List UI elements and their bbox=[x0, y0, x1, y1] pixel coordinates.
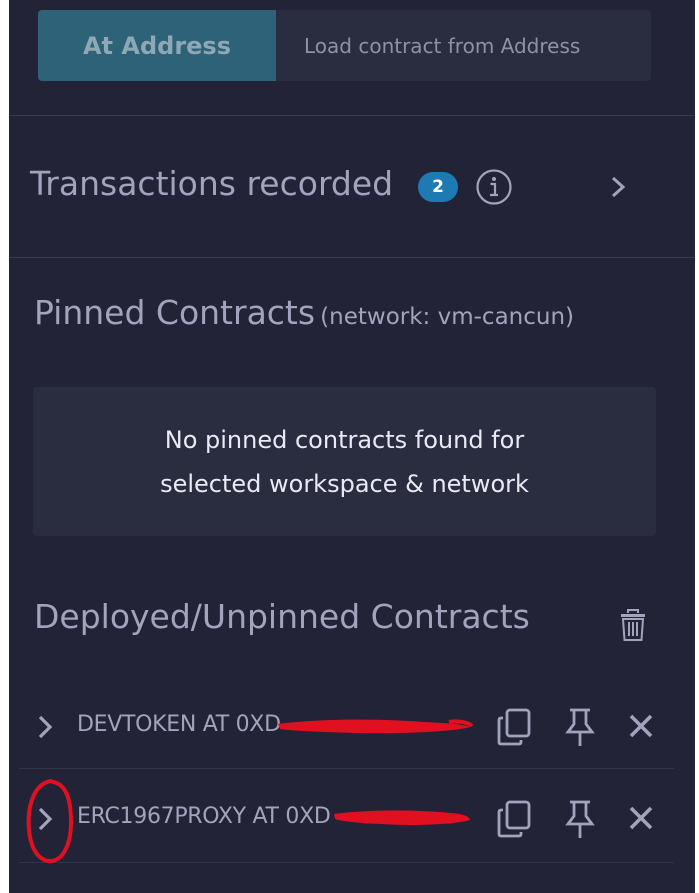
chevron-right-icon[interactable] bbox=[33, 802, 57, 836]
deploy-run-panel: At Address Transactions recorded 2 Pinne… bbox=[9, 0, 695, 893]
redaction-mark bbox=[334, 810, 470, 825]
chevron-right-icon[interactable] bbox=[603, 172, 633, 202]
deployed-contract-item: DEVTOKEN AT 0XD bbox=[19, 684, 674, 768]
chevron-right-icon[interactable] bbox=[33, 710, 57, 744]
transactions-count-badge: 2 bbox=[418, 172, 458, 202]
pinned-network-label: (network: vm-cancun) bbox=[320, 304, 575, 330]
divider bbox=[19, 768, 674, 769]
pinned-contracts-heading: Pinned Contracts (network: vm-cancun) bbox=[34, 293, 574, 332]
trash-icon[interactable] bbox=[619, 608, 647, 642]
deployed-contracts-title: Deployed/Unpinned Contracts bbox=[34, 597, 530, 636]
window-edge-right bbox=[695, 0, 699, 893]
window-edge-left bbox=[0, 0, 9, 893]
copy-icon[interactable] bbox=[494, 798, 534, 840]
pinned-contracts-empty-box: No pinned contracts found for selected w… bbox=[33, 387, 656, 536]
deployed-contract-item: ERC1967PROXY AT 0XD bbox=[19, 776, 674, 860]
contract-address-input[interactable] bbox=[276, 10, 651, 81]
pin-icon[interactable] bbox=[564, 798, 596, 840]
divider bbox=[19, 862, 674, 863]
pin-icon[interactable] bbox=[564, 706, 596, 748]
divider bbox=[9, 115, 695, 116]
contract-name: ERC1967PROXY AT 0XD bbox=[77, 804, 331, 829]
close-icon[interactable] bbox=[626, 803, 656, 833]
redaction-mark bbox=[278, 719, 474, 734]
close-icon[interactable] bbox=[626, 711, 656, 741]
transactions-recorded-label: Transactions recorded bbox=[30, 164, 394, 203]
transactions-recorded-row[interactable]: Transactions recorded 2 bbox=[30, 150, 670, 220]
pinned-empty-message: No pinned contracts found for selected w… bbox=[160, 425, 529, 498]
at-address-row: At Address bbox=[38, 10, 651, 81]
copy-icon[interactable] bbox=[494, 706, 534, 748]
info-icon[interactable] bbox=[475, 168, 513, 206]
contract-name: DEVTOKEN AT 0XD bbox=[77, 712, 281, 737]
pinned-contracts-title: Pinned Contracts bbox=[34, 293, 316, 332]
at-address-button[interactable]: At Address bbox=[38, 10, 276, 81]
divider bbox=[9, 257, 695, 258]
